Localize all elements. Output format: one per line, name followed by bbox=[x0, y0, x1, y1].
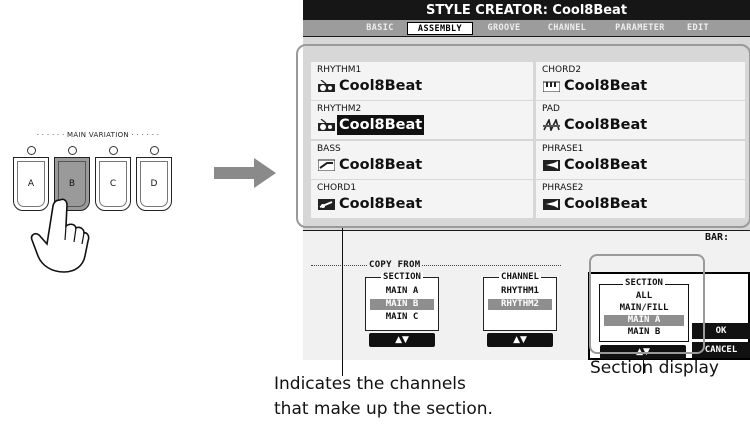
section-display-callout-frame bbox=[589, 254, 705, 354]
main-variation-button-d[interactable]: D bbox=[136, 157, 172, 211]
copy-channel-list[interactable]: CHANNEL RHYTHM1 RHYTHM2 bbox=[483, 272, 557, 331]
copy-section-header: SECTION bbox=[366, 272, 438, 282]
button-b-label: B bbox=[68, 179, 76, 189]
led-a bbox=[27, 146, 36, 155]
copy-section-header-text: SECTION bbox=[381, 272, 423, 282]
pointing-hand-icon bbox=[30, 198, 90, 273]
tab-basic[interactable]: BASIC bbox=[355, 22, 405, 35]
tab-groove[interactable]: GROOVE bbox=[475, 22, 533, 35]
tab-strip: BASIC ASSEMBLY GROOVE CHANNEL PARAMETER … bbox=[303, 20, 750, 36]
copy-section-arrow-buttons[interactable]: ▲▼ bbox=[369, 333, 435, 347]
button-c-label: C bbox=[109, 179, 117, 189]
copy-section-item[interactable]: MAIN C bbox=[370, 312, 434, 323]
tab-edit[interactable]: EDIT bbox=[681, 22, 750, 35]
copy-section-list[interactable]: SECTION MAIN A MAIN B MAIN C bbox=[365, 272, 439, 331]
copy-from-divider bbox=[311, 265, 561, 266]
copy-channel-header: CHANNEL bbox=[484, 272, 556, 282]
screen-title: STYLE CREATOR: Cool8Beat bbox=[303, 0, 750, 20]
copy-channel-item-selected[interactable]: RHYTHM2 bbox=[488, 299, 552, 310]
tab-assembly[interactable]: ASSEMBLY bbox=[407, 22, 473, 35]
copy-from-text: COPY FROM bbox=[367, 260, 423, 270]
led-b bbox=[68, 146, 77, 155]
tab-parameter[interactable]: PARAMETER bbox=[601, 22, 679, 35]
right-arrow-icon bbox=[214, 158, 276, 188]
section-display-caption: Section display bbox=[590, 358, 719, 378]
copy-section-item[interactable]: MAIN A bbox=[370, 286, 434, 297]
button-a-label: A bbox=[27, 179, 35, 189]
channels-caption: Indicates the channels that make up the … bbox=[274, 372, 493, 422]
main-variation-button-c[interactable]: C bbox=[95, 157, 131, 211]
led-d bbox=[150, 146, 159, 155]
bar-label: BAR: bbox=[705, 232, 730, 243]
channels-callout-frame bbox=[296, 44, 750, 228]
copy-channel-arrow-buttons[interactable]: ▲▼ bbox=[487, 333, 553, 347]
tab-channel[interactable]: CHANNEL bbox=[535, 22, 599, 35]
main-variation-label: · · · · · · MAIN VARIATION · · · · · · bbox=[36, 131, 160, 139]
channels-caption-line2: that make up the section. bbox=[274, 399, 493, 419]
channels-leader-line bbox=[342, 228, 343, 376]
channels-caption-line1: Indicates the channels bbox=[274, 374, 466, 394]
button-d-label: D bbox=[150, 179, 158, 189]
copy-channel-item[interactable]: RHYTHM1 bbox=[488, 286, 552, 297]
led-c bbox=[109, 146, 118, 155]
copy-channel-header-text: CHANNEL bbox=[499, 272, 541, 282]
copy-from-label: COPY FROM bbox=[367, 260, 423, 270]
copy-section-item-selected[interactable]: MAIN B bbox=[370, 299, 434, 310]
